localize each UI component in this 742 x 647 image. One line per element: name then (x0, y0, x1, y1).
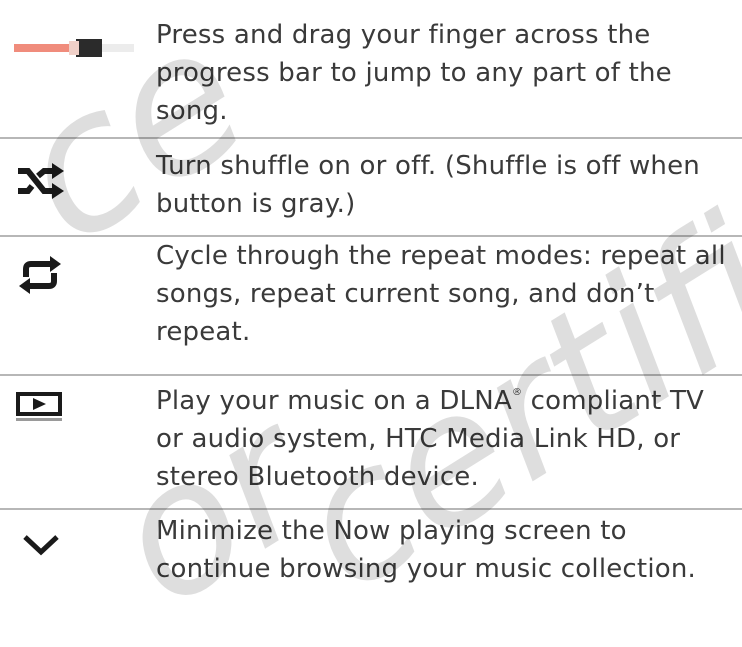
table-row-minimize: Minimize the Now playing screen to conti… (0, 510, 742, 584)
progress-bar-icon (14, 36, 144, 60)
play-to-description: Play your music on a DLNA® compliant TV … (156, 374, 742, 496)
chevron-down-icon (22, 534, 152, 556)
repeat-description: Cycle through the repeat modes: repeat a… (156, 237, 742, 351)
table-row-play-to: Play your music on a DLNA® compliant TV … (0, 376, 742, 508)
progress-line-1: Press and drag your finger across the (156, 20, 651, 50)
repeat-line-2: songs, repeat current song, and don’t (156, 279, 655, 309)
repeat-line-1: Cycle through the repeat modes: repeat a… (156, 241, 726, 271)
repeat-line-3: repeat. (156, 317, 251, 347)
play-to-line-1: Play your music on a DLNA® compliant TV (156, 374, 742, 420)
play-to-line-1a: Play your music on a DLNA (156, 386, 512, 416)
minimize-line-2: continue browsing your music collection. (156, 554, 696, 584)
progress-line-3: song. (156, 96, 228, 126)
progress-description: Press and drag your finger across the pr… (156, 16, 742, 130)
shuffle-icon (16, 163, 146, 199)
minimize-line-1: Minimize the Now playing screen to (156, 516, 627, 546)
play-to-line-3: stereo Bluetooth device. (156, 462, 479, 492)
registered-mark: ® (511, 387, 523, 398)
play-to-line-1b: compliant TV (522, 386, 705, 416)
table-row-progress: Press and drag your finger across the pr… (0, 0, 742, 136)
shuffle-line-1: Turn shuffle on or off. (Shuffle is off … (156, 151, 700, 181)
repeat-icon (18, 255, 148, 295)
progress-line-2: progress bar to jump to any part of the (156, 58, 672, 88)
minimize-description: Minimize the Now playing screen to conti… (156, 512, 742, 588)
shuffle-description: Turn shuffle on or off. (Shuffle is off … (156, 147, 742, 223)
table-row-shuffle: Turn shuffle on or off. (Shuffle is off … (0, 139, 742, 234)
shuffle-line-2: button is gray.) (156, 189, 356, 219)
play-on-tv-icon (16, 392, 146, 422)
table-row-repeat: Cycle through the repeat modes: repeat a… (0, 237, 742, 372)
play-to-line-2: or audio system, HTC Media Link HD, or (156, 424, 681, 454)
